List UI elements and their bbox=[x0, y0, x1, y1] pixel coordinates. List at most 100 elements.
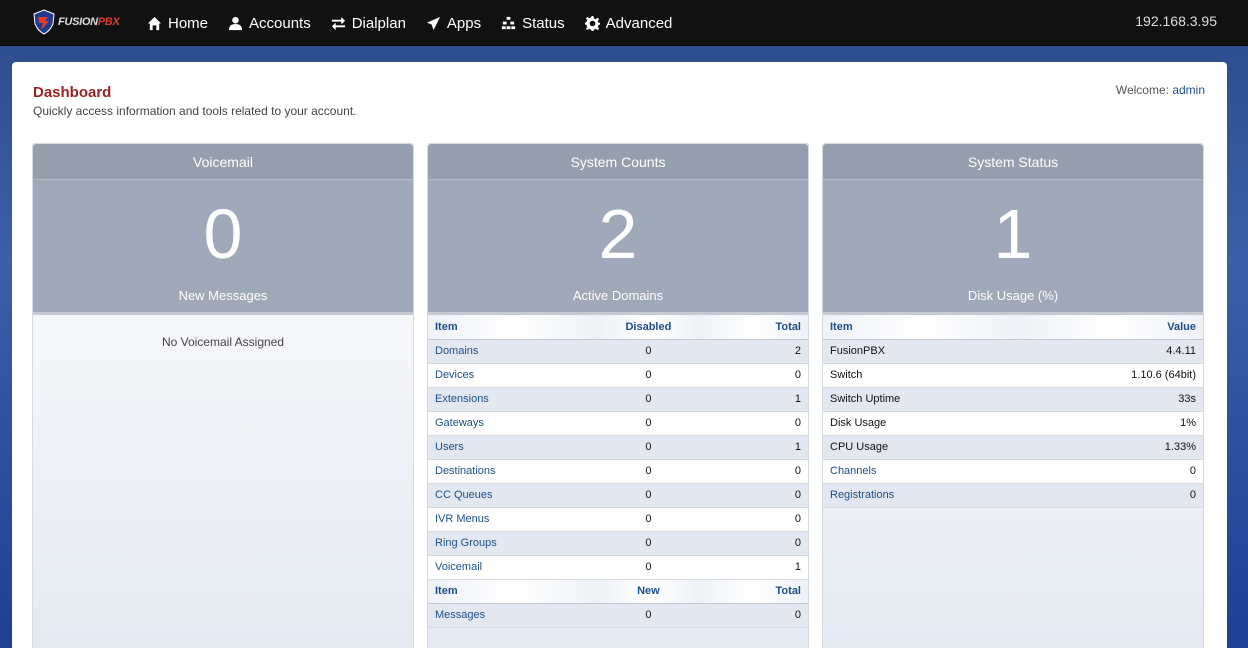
count-item[interactable]: Domains bbox=[428, 339, 599, 364]
count-disabled: 0 bbox=[599, 363, 698, 388]
count-total: 1 bbox=[697, 387, 808, 412]
count-total: 0 bbox=[697, 459, 808, 484]
dashboard-panel: Dashboard Quickly access information and… bbox=[12, 62, 1227, 648]
nav-apps[interactable]: Apps bbox=[426, 15, 481, 32]
status-item[interactable]: Registrations bbox=[823, 483, 1020, 508]
table-header: Item Value bbox=[823, 315, 1203, 340]
voicemail-label: New Messages bbox=[178, 288, 268, 303]
count-item[interactable]: Extensions bbox=[428, 387, 599, 412]
status-value: 0 bbox=[1019, 459, 1203, 484]
no-voicemail-message: No Voicemail Assigned bbox=[161, 335, 285, 349]
system-status-table: Item Value FusionPBX 4.4.11 Switch 1.10.6 (… bbox=[823, 315, 1203, 508]
status-item-link[interactable]: Channels bbox=[830, 465, 876, 477]
table-row[interactable]: Registrations 0 bbox=[823, 483, 1203, 508]
voicemail-hero[interactable]: 0 New Messages bbox=[33, 180, 413, 315]
table-row: Switch 1.10.6 (64bit) bbox=[823, 363, 1203, 388]
table-row: FusionPBX 4.4.11 bbox=[823, 339, 1203, 364]
col-total: Total bbox=[697, 579, 808, 604]
server-ip: 192.168.3.95 bbox=[1135, 13, 1217, 29]
disk-usage-count: 1 bbox=[993, 195, 1033, 273]
count-total: 2 bbox=[697, 339, 808, 364]
count-item-link[interactable]: Devices bbox=[435, 369, 474, 381]
table-row: Disk Usage 1% bbox=[823, 411, 1203, 436]
table-row[interactable]: Voicemail 0 1 bbox=[428, 555, 808, 580]
voicemail-count: 0 bbox=[203, 195, 243, 273]
table-header: Item Disabled Total bbox=[428, 315, 808, 340]
count-item[interactable]: CC Queues bbox=[428, 483, 599, 508]
table-row[interactable]: Ring Groups 0 0 bbox=[428, 531, 808, 556]
voicemail-card: Voicemail 0 New Messages No Voicemail As… bbox=[32, 143, 414, 648]
message-item[interactable]: Messages bbox=[428, 603, 599, 628]
active-domains-count: 2 bbox=[598, 195, 638, 273]
active-domains-label: Active Domains bbox=[572, 288, 664, 303]
system-counts-card-title[interactable]: System Counts bbox=[428, 144, 808, 180]
count-item[interactable]: Devices bbox=[428, 363, 599, 388]
count-item-link[interactable]: IVR Menus bbox=[435, 513, 489, 525]
count-total: 0 bbox=[697, 411, 808, 436]
table-row[interactable]: Channels 0 bbox=[823, 459, 1203, 484]
page-title: Dashboard bbox=[33, 84, 112, 101]
nav-accounts[interactable]: Accounts bbox=[228, 15, 311, 32]
message-new: 0 bbox=[599, 603, 698, 628]
user-link[interactable]: admin bbox=[1172, 83, 1205, 97]
count-item-link[interactable]: Extensions bbox=[435, 393, 489, 405]
system-counts-hero[interactable]: 2 Active Domains bbox=[428, 180, 808, 315]
table-row[interactable]: Extensions 0 1 bbox=[428, 387, 808, 412]
table-header: Item New Total bbox=[428, 579, 808, 604]
voicemail-card-title[interactable]: Voicemail bbox=[33, 144, 413, 180]
count-item[interactable]: Users bbox=[428, 435, 599, 460]
status-item: Switch bbox=[823, 363, 1020, 388]
message-item-link[interactable]: Messages bbox=[435, 609, 485, 621]
page-subtitle: Quickly access information and tools rel… bbox=[33, 104, 357, 118]
count-item[interactable]: Ring Groups bbox=[428, 531, 599, 556]
fusionpbx-logo[interactable]: FUSIONPBX bbox=[32, 8, 124, 36]
nav-status[interactable]: Status bbox=[501, 15, 565, 32]
table-row[interactable]: Users 0 1 bbox=[428, 435, 808, 460]
count-disabled: 0 bbox=[599, 507, 698, 532]
table-row[interactable]: IVR Menus 0 0 bbox=[428, 507, 808, 532]
count-item-link[interactable]: Gateways bbox=[435, 417, 484, 429]
status-item: FusionPBX bbox=[823, 339, 1020, 364]
table-row[interactable]: Messages 0 0 bbox=[428, 603, 808, 628]
nav-home[interactable]: Home bbox=[147, 15, 208, 32]
home-icon bbox=[147, 16, 162, 30]
table-row[interactable]: Gateways 0 0 bbox=[428, 411, 808, 436]
system-counts-card: System Counts 2 Active Domains Item Disa… bbox=[427, 143, 809, 648]
count-item-link[interactable]: Ring Groups bbox=[435, 537, 497, 549]
table-row[interactable]: Domains 0 2 bbox=[428, 339, 808, 364]
status-value: 1% bbox=[1019, 411, 1203, 436]
count-item[interactable]: Gateways bbox=[428, 411, 599, 436]
system-counts-table: Item Disabled Total Domains 0 2 Devices 0 0 Ex… bbox=[428, 315, 808, 628]
count-disabled: 0 bbox=[599, 459, 698, 484]
count-item[interactable]: Voicemail bbox=[428, 555, 599, 580]
count-disabled: 0 bbox=[599, 411, 698, 436]
count-item-link[interactable]: CC Queues bbox=[435, 489, 492, 501]
count-disabled: 0 bbox=[599, 435, 698, 460]
nav-dialplan[interactable]: Dialplan bbox=[331, 15, 406, 32]
count-total: 0 bbox=[697, 483, 808, 508]
system-status-card-title[interactable]: System Status bbox=[823, 144, 1203, 180]
count-total: 0 bbox=[697, 363, 808, 388]
count-item[interactable]: Destinations bbox=[428, 459, 599, 484]
system-status-hero[interactable]: 1 Disk Usage (%) bbox=[823, 180, 1203, 315]
table-row[interactable]: Destinations 0 0 bbox=[428, 459, 808, 484]
count-disabled: 0 bbox=[599, 387, 698, 412]
status-item[interactable]: Channels bbox=[823, 459, 1020, 484]
count-total: 0 bbox=[697, 531, 808, 556]
table-row[interactable]: Devices 0 0 bbox=[428, 363, 808, 388]
send-icon bbox=[426, 16, 440, 30]
top-navbar: FUSIONPBX Home Accounts Dialplan Apps St… bbox=[0, 0, 1248, 46]
gear-icon bbox=[584, 15, 600, 31]
count-disabled: 0 bbox=[599, 531, 698, 556]
count-item-link[interactable]: Voicemail bbox=[435, 561, 482, 573]
count-item[interactable]: IVR Menus bbox=[428, 507, 599, 532]
status-item-link[interactable]: Registrations bbox=[830, 489, 894, 501]
nav-advanced[interactable]: Advanced bbox=[584, 15, 672, 32]
count-item-link[interactable]: Destinations bbox=[435, 465, 496, 477]
table-row[interactable]: CC Queues 0 0 bbox=[428, 483, 808, 508]
shield-logo-icon bbox=[33, 9, 55, 35]
message-total: 0 bbox=[697, 603, 808, 628]
count-disabled: 0 bbox=[599, 339, 698, 364]
count-item-link[interactable]: Users bbox=[435, 441, 464, 453]
count-item-link[interactable]: Domains bbox=[435, 345, 478, 357]
